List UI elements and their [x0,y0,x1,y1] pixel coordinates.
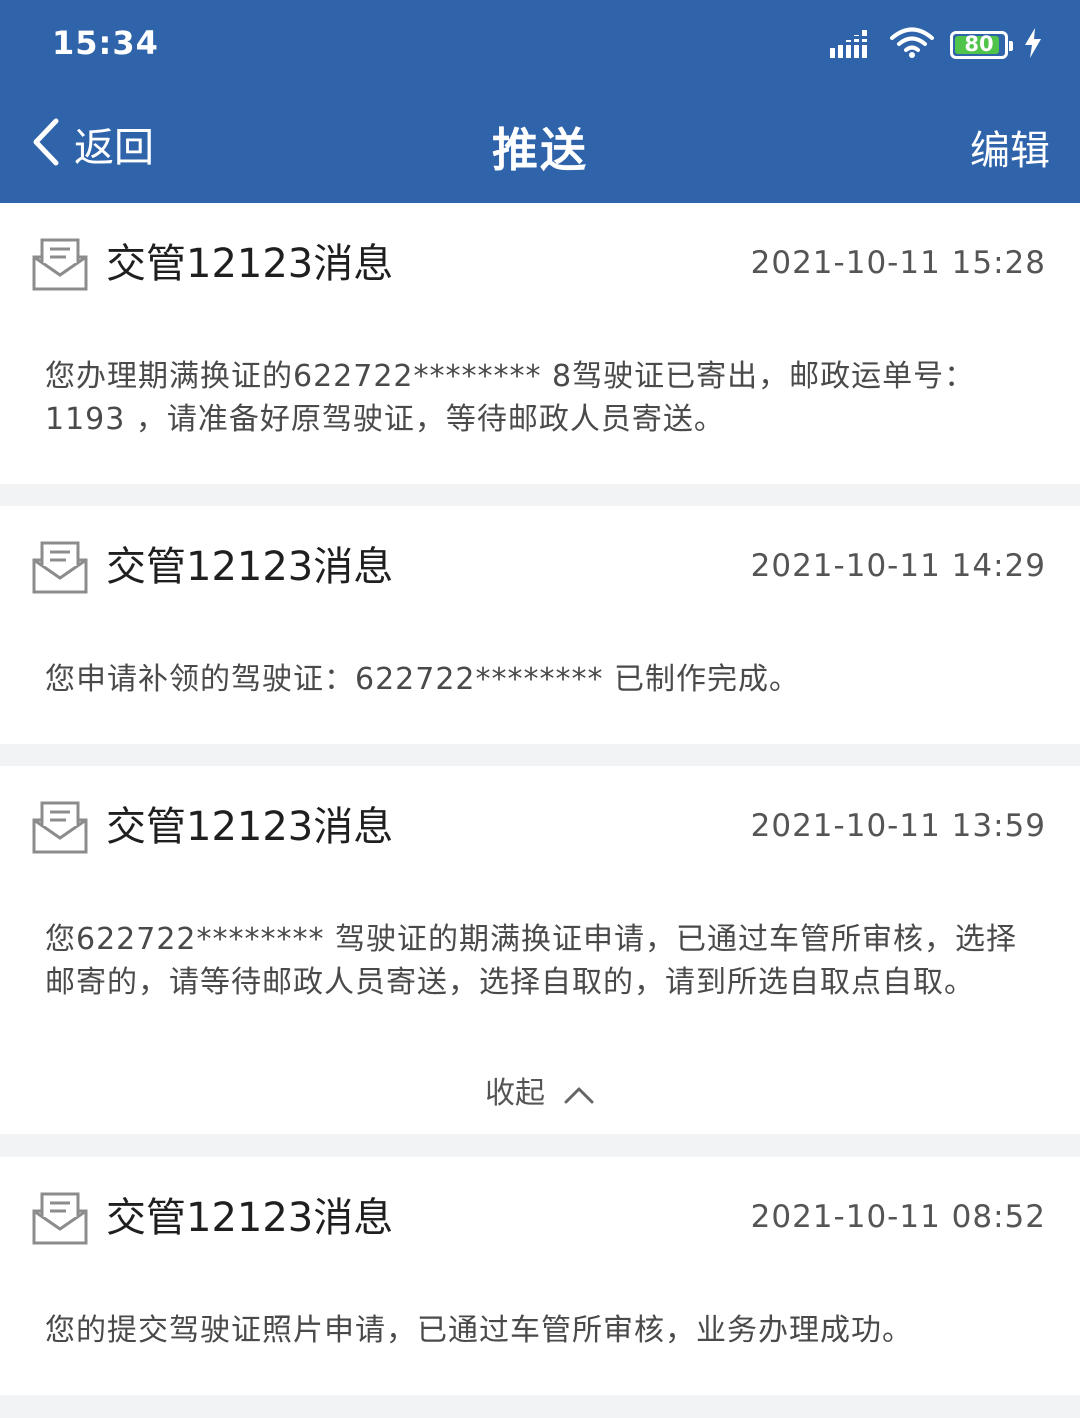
message-time: 2021-10-11 13:59 [750,808,1046,844]
message-sender: 交管12123消息 [106,804,394,850]
battery-icon: 80 [950,31,1013,59]
battery-level: 80 [964,32,994,56]
signal-icon [830,28,874,62]
message-body: 您的提交驾驶证照片申请，已通过车管所审核，业务办理成功。 [45,1313,913,1348]
status-time: 15:34 [52,24,159,62]
mail-icon [32,800,88,858]
charging-icon [1024,28,1042,62]
mail-icon [32,1191,88,1249]
message-body: 您622722******** 驾驶证的期满换证申请，已通过车管所审核，选择邮寄… [45,922,1018,1000]
mail-icon [32,237,88,295]
battery-cap [1009,41,1013,51]
message-body: 您申请补领的驾驶证：622722******** 已制作完成。 [45,662,801,697]
collapse-label: 收起 [485,1076,545,1111]
message-sender: 交管12123消息 [106,1195,394,1241]
message-time: 2021-10-11 15:28 [750,245,1046,281]
message-sender: 交管12123消息 [106,241,394,287]
message-card[interactable]: 交管12123消息 2021-10-11 13:59 您622722******… [0,766,1080,1134]
message-card[interactable]: 交管12123消息 2021-10-11 08:52 您的提交驾驶证照片申请，已… [0,1157,1080,1395]
edit-button[interactable]: 编辑 [970,118,1050,176]
message-card[interactable]: 交管12123消息 2021-10-11 15:28 您办理期满换证的62272… [0,203,1080,484]
status-bar: 15:34 80 [0,0,1080,88]
status-icons: 80 [830,24,1042,66]
wifi-icon [890,27,934,63]
message-sender: 交管12123消息 [106,544,394,590]
chevron-up-icon [545,1076,595,1111]
page-title: 推送 [492,123,588,177]
nav-bar: 返回 推送 编辑 [0,88,1080,203]
collapse-button[interactable]: 收起 [0,1068,1080,1112]
app-header: 15:34 80 返回 推送 编辑 [0,0,1080,203]
mail-icon [32,540,88,598]
message-time: 2021-10-11 14:29 [750,548,1046,584]
message-body: 您办理期满换证的622722******** 8驾驶证已寄出，邮政运单号：119… [45,359,976,437]
message-card[interactable]: 交管12123消息 2021-10-11 14:29 您申请补领的驾驶证：622… [0,506,1080,744]
message-time: 2021-10-11 08:52 [750,1199,1046,1235]
